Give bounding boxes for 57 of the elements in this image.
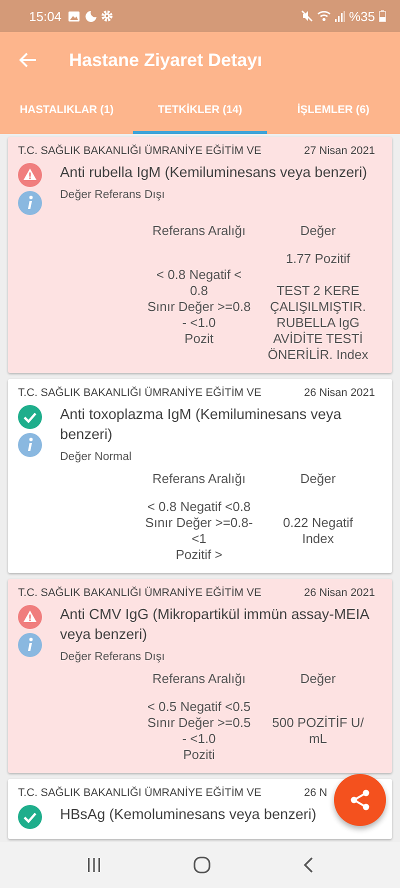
home-icon: [192, 856, 211, 874]
gear-icon: [100, 10, 113, 22]
column-header: Değer: [299, 223, 337, 240]
reference-range: < 0.8 Negatif <0.8 Sınır Değer >=0.8- <1 Pozitif >: [144, 499, 254, 563]
result-date: 27 Nisan 2021: [304, 145, 376, 157]
result-card[interactable]: [8, 379, 392, 573]
result-date: 26 N: [304, 787, 328, 799]
check-icon: [18, 805, 42, 829]
tab[interactable]: İŞLEMLER (6): [266, 88, 400, 134]
hospital-name: T.C. SAĞLIK BAKANLIĞI ÜMRANİYE EĞİTİM VE: [18, 587, 262, 599]
test-name: Anti CMV IgG (Mikropartikül immün assay-MEIA veya benzeri): [60, 606, 370, 645]
mute-icon: [300, 10, 313, 22]
hospital-name: T.C. SAĞLIK BAKANLIĞI ÜMRANİYE EĞİTİM VE: [18, 787, 262, 799]
result-date: 26 Nisan 2021: [304, 587, 376, 599]
share-icon: [348, 788, 372, 812]
battery-icon: [379, 10, 386, 22]
hospital-name: T.C. SAĞLIK BAKANLIĞI ÜMRANİYE EĞİTİM VE: [18, 387, 262, 399]
check-icon: [18, 405, 42, 429]
result-card[interactable]: [8, 137, 392, 373]
wifi-icon: [316, 10, 331, 22]
reference-range: < 0.5 Negatif <0.5 Sınır Değer >=0.5 - <1.0 Poziti: [146, 699, 252, 763]
result-note: Değer Normal: [60, 451, 133, 463]
clock-time: 15:04: [29, 8, 62, 24]
back-arrow-icon: [19, 52, 37, 68]
column-header: Değer: [299, 471, 337, 488]
hospital-name: T.C. SAĞLIK BAKANLIĞI ÜMRANİYE EĞİTİM VE: [18, 145, 262, 157]
reference-range: < 0.8 Negatif < 0.8 Sınır Değer >=0.8 - <1.0 Pozit: [146, 267, 252, 347]
test-name: Anti rubella IgM (Kemiluminesans veya benzeri): [60, 164, 368, 183]
recent-apps-icon: [86, 857, 102, 873]
column-header: Referans Aralığı: [151, 471, 247, 488]
back-chevron-icon: [302, 856, 314, 874]
result-value: TEST 2 KERE ÇALIŞILMIŞTIR. RUBELLA IgG AVİDİTE TESTİ ÖNERİLİR. Index: [266, 283, 370, 363]
info-icon: [18, 633, 42, 657]
warning-icon: [18, 163, 42, 187]
tab[interactable]: TETKİKLER (14): [133, 88, 267, 134]
result-value: 500 POZİTİF U/ mL: [271, 715, 365, 747]
moon-icon: [84, 10, 97, 22]
result-card[interactable]: T.C. SAĞLIK BAKANLIĞI ÜMRANİYE EĞİTİM VE 26 N HBsAg (Kemoluminesans veya benzeri): [8, 779, 392, 839]
column-header: Değer: [299, 671, 337, 688]
result-note: Değer Referans Dışı: [60, 189, 166, 201]
result-note: Değer Referans Dışı: [60, 651, 166, 663]
battery-percent: %35: [348, 8, 375, 24]
column-header: Referans Aralığı: [151, 223, 247, 240]
signal-icon: [334, 10, 345, 22]
warning-icon: [18, 605, 42, 629]
result-date: 26 Nisan 2021: [304, 387, 376, 399]
test-name: Anti toxoplazma IgM (Kemiluminesans veya benzeri): [60, 406, 342, 445]
test-name: HBsAg (Kemoluminesans veya benzeri): [60, 806, 318, 825]
image-icon: [68, 10, 80, 22]
result-value: 1.77 Pozitif: [284, 251, 352, 267]
screen-title: Hastane Ziyaret Detayı: [69, 50, 262, 70]
result-value: 0.22 Negatif Index: [282, 515, 354, 547]
result-card[interactable]: [8, 579, 392, 773]
tab[interactable]: HASTALIKLAR (1): [0, 88, 134, 134]
column-header: Referans Aralığı: [151, 671, 247, 688]
info-icon: [18, 433, 42, 457]
info-icon: [18, 191, 42, 215]
